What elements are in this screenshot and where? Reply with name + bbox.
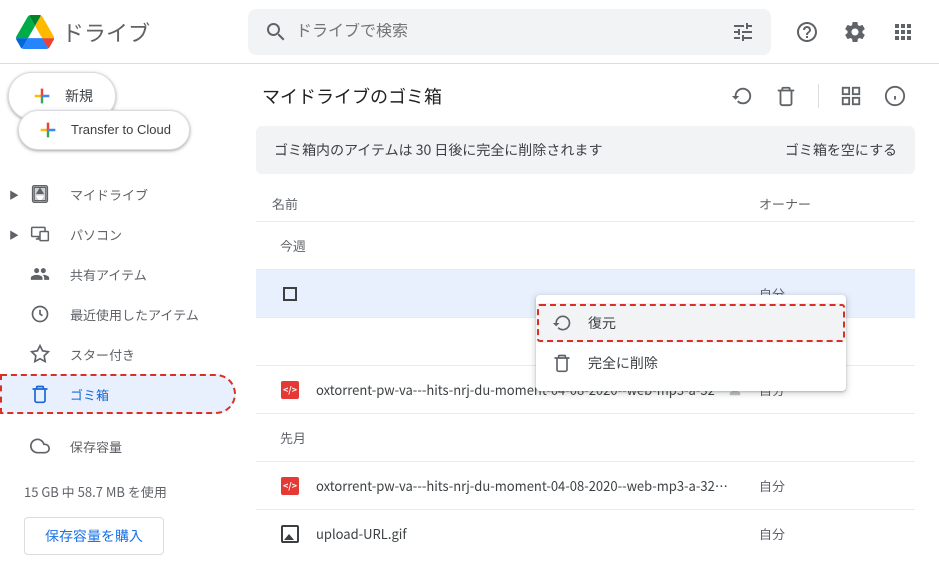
trash-banner: ゴミ箱内のアイテムは 30 日後に完全に削除されます ゴミ箱を空にする (256, 126, 915, 174)
sidebar-item-trash[interactable]: ゴミ箱 (0, 374, 236, 414)
context-restore-label: 復元 (588, 313, 616, 333)
sidebar-item-label: ゴミ箱 (70, 385, 109, 404)
star-icon (28, 342, 52, 366)
app-header: ドライブ (0, 0, 939, 64)
context-delete-label: 完全に削除 (588, 353, 658, 373)
settings-button[interactable] (835, 12, 875, 52)
trash-icon (775, 85, 797, 107)
details-button[interactable] (875, 76, 915, 116)
plus-icon (31, 85, 53, 107)
file-row[interactable]: upload-URL.gif 自分 (256, 509, 915, 557)
restore-icon (552, 313, 572, 333)
my-drive-icon (28, 182, 52, 206)
column-name[interactable]: 名前 (272, 194, 759, 213)
main-content: マイドライブのゴミ箱 ゴミ箱内のアイテムは 30 日後に完全に削除されます ゴミ… (248, 64, 939, 575)
column-owner[interactable]: オーナー (759, 194, 899, 213)
apps-button[interactable] (883, 12, 923, 52)
main-header: マイドライブのゴミ箱 (256, 72, 915, 120)
sidebar-item-label: スター付き (70, 345, 135, 364)
caret-icon: ▶ (8, 227, 20, 242)
logo-text: ドライブ (62, 16, 150, 48)
sidebar-nav: ▶ マイドライブ ▶ パソコン 共有アイテム 最近使用したアイテム (0, 174, 248, 466)
file-name: upload-URL.gif (316, 524, 729, 543)
file-type-icon: </> (280, 380, 300, 400)
sidebar-item-starred[interactable]: スター付き (0, 334, 236, 374)
search-bar[interactable] (248, 9, 771, 55)
sidebar-item-label: マイドライブ (70, 185, 148, 204)
section-header: 今週 (256, 221, 915, 269)
people-icon (28, 262, 52, 286)
transfer-button-label: Transfer to Cloud (71, 123, 171, 137)
storage-section: 15 GB 中 58.7 MB を使用 保存容量を購入 (0, 466, 248, 555)
transfer-to-cloud-button[interactable]: Transfer to Cloud (18, 110, 190, 150)
gear-icon (843, 20, 867, 44)
restore-icon (731, 85, 753, 107)
caret-icon: ▶ (8, 187, 20, 202)
clock-icon (28, 302, 52, 326)
sidebar-item-label: 共有アイテム (70, 265, 147, 284)
file-name: oxtorrent-pw-va---hits-nrj-du-moment-04-… (316, 476, 729, 495)
trash-icon (28, 382, 52, 406)
section-header: 先月 (256, 413, 915, 461)
empty-trash-button[interactable]: ゴミ箱を空にする (785, 140, 897, 160)
computers-icon (28, 222, 52, 246)
delete-forever-action-button[interactable] (766, 76, 806, 116)
view-grid-button[interactable] (831, 76, 871, 116)
page-title: マイドライブのゴミ箱 (256, 83, 722, 109)
help-button[interactable] (787, 12, 827, 52)
header-actions (771, 12, 923, 52)
sidebar-item-label: 保存容量 (70, 437, 122, 456)
file-owner: 自分 (759, 476, 899, 495)
restore-action-button[interactable] (722, 76, 762, 116)
file-type-icon (280, 524, 300, 544)
sidebar-item-label: 最近使用したアイテム (70, 305, 199, 324)
file-owner: 自分 (759, 524, 899, 543)
file-type-icon (280, 284, 300, 304)
file-row[interactable]: 自分 復元 完全に削除 (256, 269, 915, 317)
search-icon (264, 20, 288, 44)
apps-grid-icon (891, 20, 915, 44)
sidebar: 新規 Transfer to Cloud ▶ マイドライブ ▶ パソコン 共有ア… (0, 64, 248, 575)
file-row[interactable]: </> oxtorrent-pw-va---hits-nrj-du-moment… (256, 461, 915, 509)
storage-usage-text: 15 GB 中 58.7 MB を使用 (24, 482, 224, 501)
sidebar-item-storage[interactable]: 保存容量 (0, 426, 236, 466)
sidebar-item-shared[interactable]: 共有アイテム (0, 254, 236, 294)
help-icon (795, 20, 819, 44)
search-input[interactable] (296, 23, 723, 41)
drive-logo-icon (16, 13, 54, 51)
context-restore[interactable]: 復元 (536, 303, 846, 343)
buy-storage-button[interactable]: 保存容量を購入 (24, 517, 164, 555)
info-icon (884, 85, 906, 107)
logo-section[interactable]: ドライブ (16, 13, 248, 51)
plus-icon (37, 119, 59, 141)
table-headers: 名前 オーナー (256, 186, 915, 221)
grid-icon (840, 85, 862, 107)
context-delete-forever[interactable]: 完全に削除 (536, 343, 846, 383)
sidebar-item-computers[interactable]: ▶ パソコン (0, 214, 236, 254)
main-actions (722, 76, 915, 116)
sidebar-item-my-drive[interactable]: ▶ マイドライブ (0, 174, 236, 214)
context-menu: 復元 完全に削除 (536, 295, 846, 391)
tune-icon[interactable] (731, 20, 755, 44)
cloud-icon (28, 434, 52, 458)
sidebar-item-label: パソコン (70, 225, 122, 244)
divider (818, 84, 819, 108)
new-button-label: 新規 (65, 86, 93, 106)
trash-icon (552, 353, 572, 373)
file-type-icon: </> (280, 476, 300, 496)
banner-text: ゴミ箱内のアイテムは 30 日後に完全に削除されます (274, 140, 602, 160)
sidebar-item-recent[interactable]: 最近使用したアイテム (0, 294, 236, 334)
